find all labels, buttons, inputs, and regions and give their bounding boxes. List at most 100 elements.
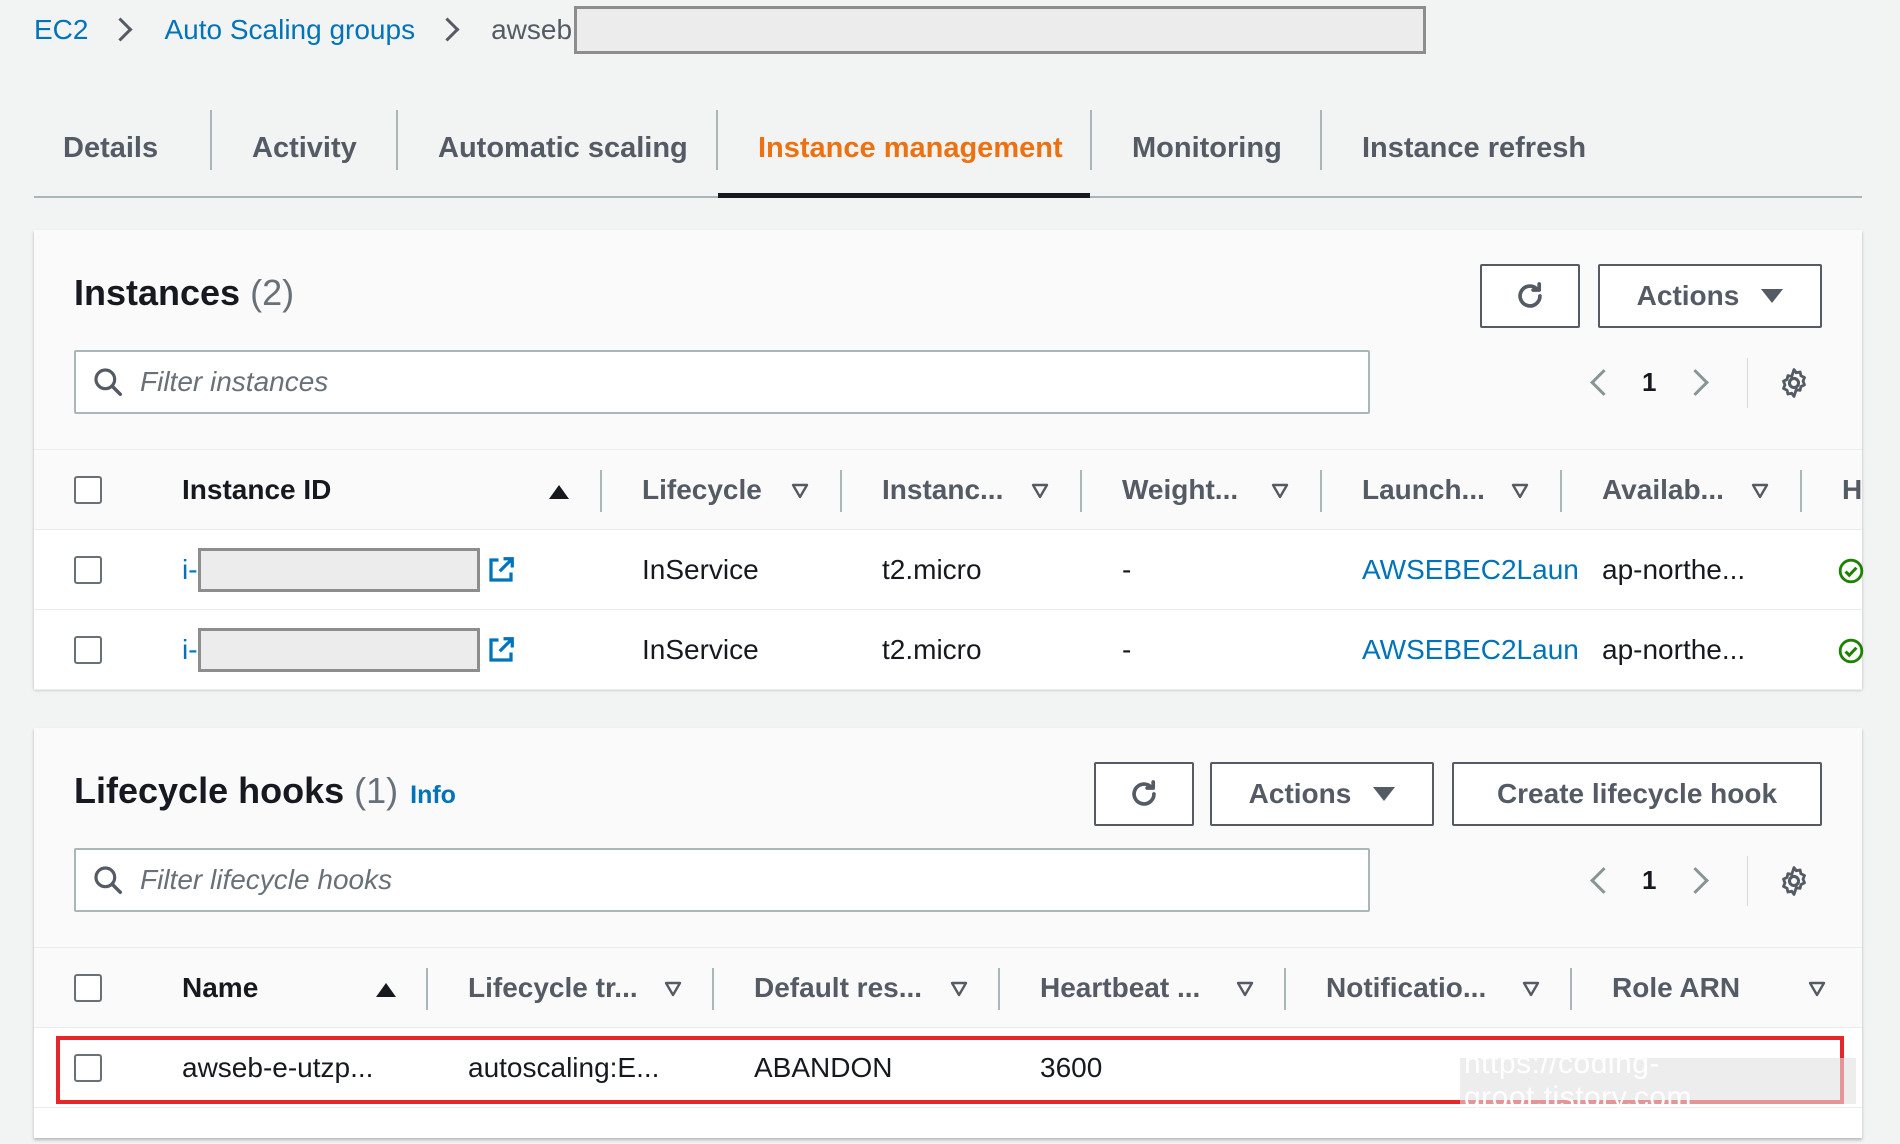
column-divider[interactable]: [1080, 470, 1082, 512]
sort-icon[interactable]: [1808, 981, 1826, 997]
sort-icon[interactable]: [1031, 483, 1049, 499]
instances-header: Instances (2) Actions 1: [34, 230, 1862, 450]
instance-id-link[interactable]: i-: [182, 634, 198, 666]
sort-icon[interactable]: [1271, 483, 1289, 499]
status-ok-icon: [1838, 558, 1864, 584]
instance-id-link[interactable]: i-: [182, 554, 198, 586]
page-number[interactable]: 1: [1642, 367, 1656, 398]
chevron-right-icon[interactable]: [1684, 860, 1714, 900]
column-default-result[interactable]: Default res...: [754, 948, 922, 1028]
tab-instance-management[interactable]: Instance management: [716, 100, 1090, 198]
hooks-filter-input[interactable]: [140, 864, 1320, 896]
column-divider[interactable]: [712, 968, 714, 1010]
column-divider[interactable]: [998, 968, 1000, 1010]
column-notification[interactable]: Notificatio...: [1326, 948, 1486, 1028]
hooks-actions-button[interactable]: Actions: [1210, 762, 1434, 826]
column-instance-type[interactable]: Instanc...: [882, 450, 1003, 530]
refresh-icon: [1132, 780, 1156, 806]
lifecycle-cell: InService: [642, 634, 759, 665]
column-divider[interactable]: [426, 968, 428, 1010]
chevron-right-icon[interactable]: [1684, 362, 1714, 402]
column-divider[interactable]: [600, 470, 602, 512]
column-lifecycle-transition[interactable]: Lifecycle tr...: [468, 948, 638, 1028]
hooks-refresh-button[interactable]: [1094, 762, 1194, 826]
sort-icon[interactable]: [950, 981, 968, 997]
instances-actions-button[interactable]: Actions: [1598, 264, 1822, 328]
column-name[interactable]: Name: [182, 948, 258, 1028]
chevron-right-icon: [108, 15, 138, 45]
availability-zone-cell: ap-northe...: [1602, 634, 1746, 665]
select-all-checkbox[interactable]: [74, 476, 102, 504]
create-lifecycle-hook-button[interactable]: Create lifecycle hook: [1452, 762, 1822, 826]
page-number[interactable]: 1: [1642, 865, 1656, 896]
external-link-icon[interactable]: [486, 555, 516, 585]
watermark: https://coding-groot.tistory.com: [1460, 1047, 1856, 1114]
divider: [1747, 856, 1748, 906]
sort-ascending-icon[interactable]: [549, 485, 569, 499]
instances-refresh-button[interactable]: [1480, 264, 1580, 328]
sort-ascending-icon[interactable]: [376, 983, 396, 997]
divider: [1747, 358, 1748, 408]
hooks-pagination: 1: [1584, 848, 1714, 912]
info-link[interactable]: Info: [410, 781, 456, 809]
tab-activity[interactable]: Activity: [210, 100, 396, 196]
breadcrumb-ec2[interactable]: EC2: [34, 14, 88, 46]
column-weight[interactable]: Weight...: [1122, 450, 1238, 530]
tab-monitoring[interactable]: Monitoring: [1090, 100, 1320, 196]
breadcrumb-auto-scaling-groups[interactable]: Auto Scaling groups: [164, 14, 415, 46]
column-divider[interactable]: [840, 470, 842, 512]
column-heartbeat[interactable]: Heartbeat ...: [1040, 948, 1200, 1028]
table-row[interactable]: i- InService t2.micro - AWSEBEC2Laun ap-…: [34, 610, 1864, 690]
breadcrumb-current: awseb: [491, 14, 573, 45]
tab-automatic-scaling[interactable]: Automatic scaling: [396, 100, 716, 196]
column-lifecycle[interactable]: Lifecycle: [642, 450, 762, 530]
launch-template-link[interactable]: AWSEBEC2Laun: [1362, 530, 1579, 610]
search-icon: [94, 368, 122, 396]
sort-icon[interactable]: [664, 981, 682, 997]
lifecycle-cell: InService: [642, 554, 759, 585]
lifecycle-hooks-header: Lifecycle hooks (1) Info Actions Create l…: [34, 728, 1862, 948]
lifecycle-hooks-title: Lifecycle hooks (1) Info: [74, 770, 456, 811]
column-availability-zone[interactable]: Availab...: [1602, 450, 1724, 530]
column-divider[interactable]: [1284, 968, 1286, 1010]
chevron-right-icon: [435, 15, 465, 45]
caret-down-icon: [1373, 787, 1396, 801]
gear-icon[interactable]: [1777, 864, 1811, 898]
instances-filter-input[interactable]: [140, 366, 1320, 398]
instance-type-cell: t2.micro: [882, 634, 982, 665]
tab-details[interactable]: Details: [34, 100, 210, 196]
launch-template-link[interactable]: AWSEBEC2Laun: [1362, 610, 1579, 690]
redacted-block: [574, 6, 1427, 54]
refresh-icon: [1518, 282, 1542, 308]
gear-icon[interactable]: [1777, 366, 1811, 400]
column-divider[interactable]: [1560, 470, 1562, 512]
chevron-left-icon[interactable]: [1584, 860, 1614, 900]
caret-down-icon: [1761, 289, 1784, 303]
weight-cell: -: [1122, 554, 1132, 585]
column-health[interactable]: H: [1842, 450, 1862, 530]
row-checkbox[interactable]: [74, 556, 102, 584]
instance-type-cell: t2.micro: [882, 554, 982, 585]
external-link-icon[interactable]: [486, 635, 516, 665]
select-all-checkbox[interactable]: [74, 974, 102, 1002]
sort-icon[interactable]: [1522, 981, 1540, 997]
row-checkbox[interactable]: [74, 636, 102, 664]
column-divider[interactable]: [1320, 470, 1322, 512]
sort-icon[interactable]: [1751, 483, 1769, 499]
sort-icon[interactable]: [791, 483, 809, 499]
redacted-block: [197, 628, 480, 672]
sort-icon[interactable]: [1511, 483, 1529, 499]
instances-title: Instances (2): [74, 272, 295, 313]
availability-zone-cell: ap-northe...: [1602, 554, 1746, 585]
column-launch-template[interactable]: Launch...: [1362, 450, 1485, 530]
instance-id-cell: i-: [182, 530, 516, 610]
column-instance-id[interactable]: Instance ID: [182, 450, 331, 530]
table-row[interactable]: i- InService t2.micro - AWSEBEC2Laun ap-…: [34, 530, 1864, 610]
tab-instance-refresh[interactable]: Instance refresh: [1320, 100, 1620, 196]
column-divider[interactable]: [1570, 968, 1572, 1010]
column-role-arn[interactable]: Role ARN: [1612, 948, 1740, 1028]
chevron-left-icon[interactable]: [1584, 362, 1614, 402]
sort-icon[interactable]: [1236, 981, 1254, 997]
weight-cell: -: [1122, 634, 1132, 665]
column-divider[interactable]: [1800, 470, 1802, 512]
